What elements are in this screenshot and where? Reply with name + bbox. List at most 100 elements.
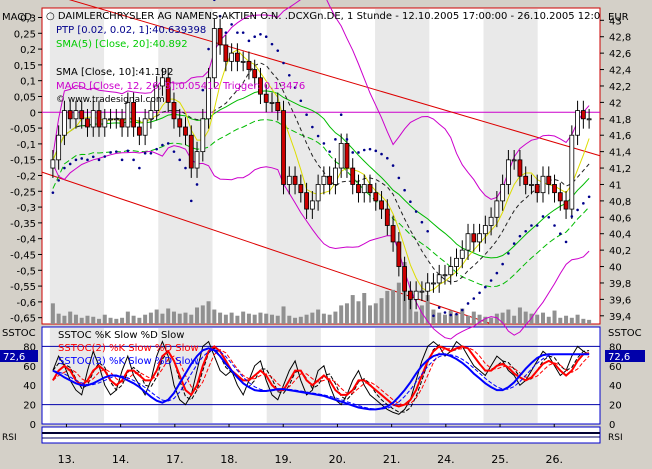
psar-dot bbox=[63, 166, 66, 170]
psar-dot bbox=[166, 142, 170, 145]
volume-bar bbox=[362, 293, 367, 324]
psar-dot bbox=[541, 215, 545, 218]
candle-body bbox=[459, 249, 465, 259]
day-band bbox=[49, 9, 105, 323]
candle-body bbox=[194, 151, 200, 169]
candle-body bbox=[494, 200, 500, 218]
psar-dot bbox=[120, 158, 124, 162]
psar-dot bbox=[86, 158, 89, 162]
stoch-tick-label: 0 bbox=[30, 420, 36, 431]
candle-body bbox=[448, 266, 454, 276]
psar-dot bbox=[270, 42, 274, 46]
candle-body bbox=[211, 28, 217, 79]
candle-body bbox=[62, 110, 67, 136]
volume-bar bbox=[166, 308, 171, 324]
stoch-left-label: SSTOC bbox=[2, 328, 36, 339]
x-tick-label: 13. bbox=[58, 453, 76, 466]
psar-dot bbox=[409, 200, 412, 204]
candle-body bbox=[333, 167, 338, 185]
candle-body bbox=[586, 118, 592, 121]
volume-bar bbox=[79, 317, 84, 324]
stoch-legend-1: SSTOC %K Slow %D Slow bbox=[58, 330, 184, 341]
volume-bar bbox=[114, 318, 119, 324]
volume-bar bbox=[321, 313, 326, 324]
candle-body bbox=[136, 126, 142, 136]
psar-dot bbox=[478, 291, 481, 295]
price-tick-label: 39,4 bbox=[609, 312, 631, 323]
psar-dot bbox=[80, 157, 84, 160]
stoch-tick-label-right: 40 bbox=[609, 381, 622, 392]
volume-bar bbox=[471, 311, 476, 324]
candle-body bbox=[252, 69, 258, 79]
macd-tick-label: 0 bbox=[30, 108, 36, 119]
volume-bar bbox=[125, 311, 130, 324]
psar-dot bbox=[466, 302, 470, 305]
volume-bar bbox=[304, 314, 309, 324]
volume-bar bbox=[552, 310, 557, 324]
candle-body bbox=[67, 110, 73, 120]
volume-bar bbox=[241, 311, 246, 324]
candle-body bbox=[188, 134, 194, 169]
psar-dot bbox=[374, 149, 378, 153]
price-tick-label: 42,4 bbox=[609, 66, 631, 77]
volume-bar bbox=[229, 312, 234, 324]
psar-dot bbox=[132, 158, 135, 162]
psar-dot bbox=[230, 23, 233, 26]
candle-body bbox=[390, 225, 396, 243]
price-tick-label: 40,2 bbox=[609, 246, 631, 257]
stoch-tick-label: 60 bbox=[23, 362, 36, 373]
psar-dot bbox=[507, 252, 510, 255]
candle-body bbox=[338, 143, 344, 169]
volume-bar bbox=[448, 310, 453, 324]
volume-bar bbox=[171, 311, 176, 324]
candle-body bbox=[500, 184, 506, 202]
chart-canvas: 4342,842,642,442,24241,841,641,441,24140… bbox=[0, 0, 645, 466]
psar-dot bbox=[184, 166, 187, 170]
volume-bar bbox=[102, 314, 107, 324]
psar-dot bbox=[236, 31, 239, 34]
day-band bbox=[158, 9, 213, 323]
volume-bar bbox=[414, 311, 419, 324]
x-tick-label: 14. bbox=[112, 453, 130, 466]
volume-bar bbox=[391, 289, 396, 324]
day-band bbox=[266, 9, 321, 323]
psar-dot bbox=[109, 151, 112, 154]
psar-dot bbox=[138, 166, 141, 170]
volume-bar bbox=[73, 314, 78, 324]
candle-body bbox=[246, 60, 252, 70]
candle-body bbox=[529, 184, 534, 186]
left-axis-label: MACD bbox=[2, 12, 32, 23]
candle-body bbox=[557, 192, 563, 202]
candle-body bbox=[517, 159, 523, 177]
volume-bar bbox=[212, 309, 217, 324]
candle-body bbox=[552, 184, 557, 194]
psar-dot bbox=[68, 162, 72, 166]
candle-body bbox=[131, 101, 137, 128]
psar-dot bbox=[547, 215, 551, 219]
volume-bar bbox=[333, 311, 338, 324]
candle-body bbox=[407, 290, 413, 300]
volume-bar bbox=[148, 312, 153, 324]
legend-macd: MACD [Close, 12, 26, 9]:0.05412 Trigger:… bbox=[56, 81, 305, 92]
volume-bar bbox=[62, 315, 67, 324]
candle-body bbox=[240, 60, 246, 63]
candle-body bbox=[56, 134, 62, 161]
psar-dot bbox=[489, 279, 493, 282]
candle-body bbox=[356, 184, 361, 194]
price-tick-label: 41,6 bbox=[609, 131, 631, 142]
right-axis-label: EUR bbox=[608, 12, 629, 23]
candle-body bbox=[350, 167, 356, 185]
candle-body bbox=[569, 134, 575, 210]
psar-dot bbox=[126, 149, 130, 153]
volume-bar bbox=[281, 306, 286, 324]
psar-dot bbox=[322, 142, 326, 145]
candle-body bbox=[419, 290, 425, 293]
candle-body bbox=[217, 28, 223, 46]
macd-tick-label: 0,15 bbox=[14, 61, 36, 72]
volume-bar bbox=[223, 314, 228, 324]
candle-body bbox=[183, 126, 188, 136]
header-text: DAIMLERCHRYSLER AG NAMENS-AKTIEN O.N. .D… bbox=[58, 11, 600, 22]
candle-body bbox=[119, 118, 125, 128]
volume-bar bbox=[396, 282, 401, 324]
candle-body bbox=[275, 101, 281, 111]
